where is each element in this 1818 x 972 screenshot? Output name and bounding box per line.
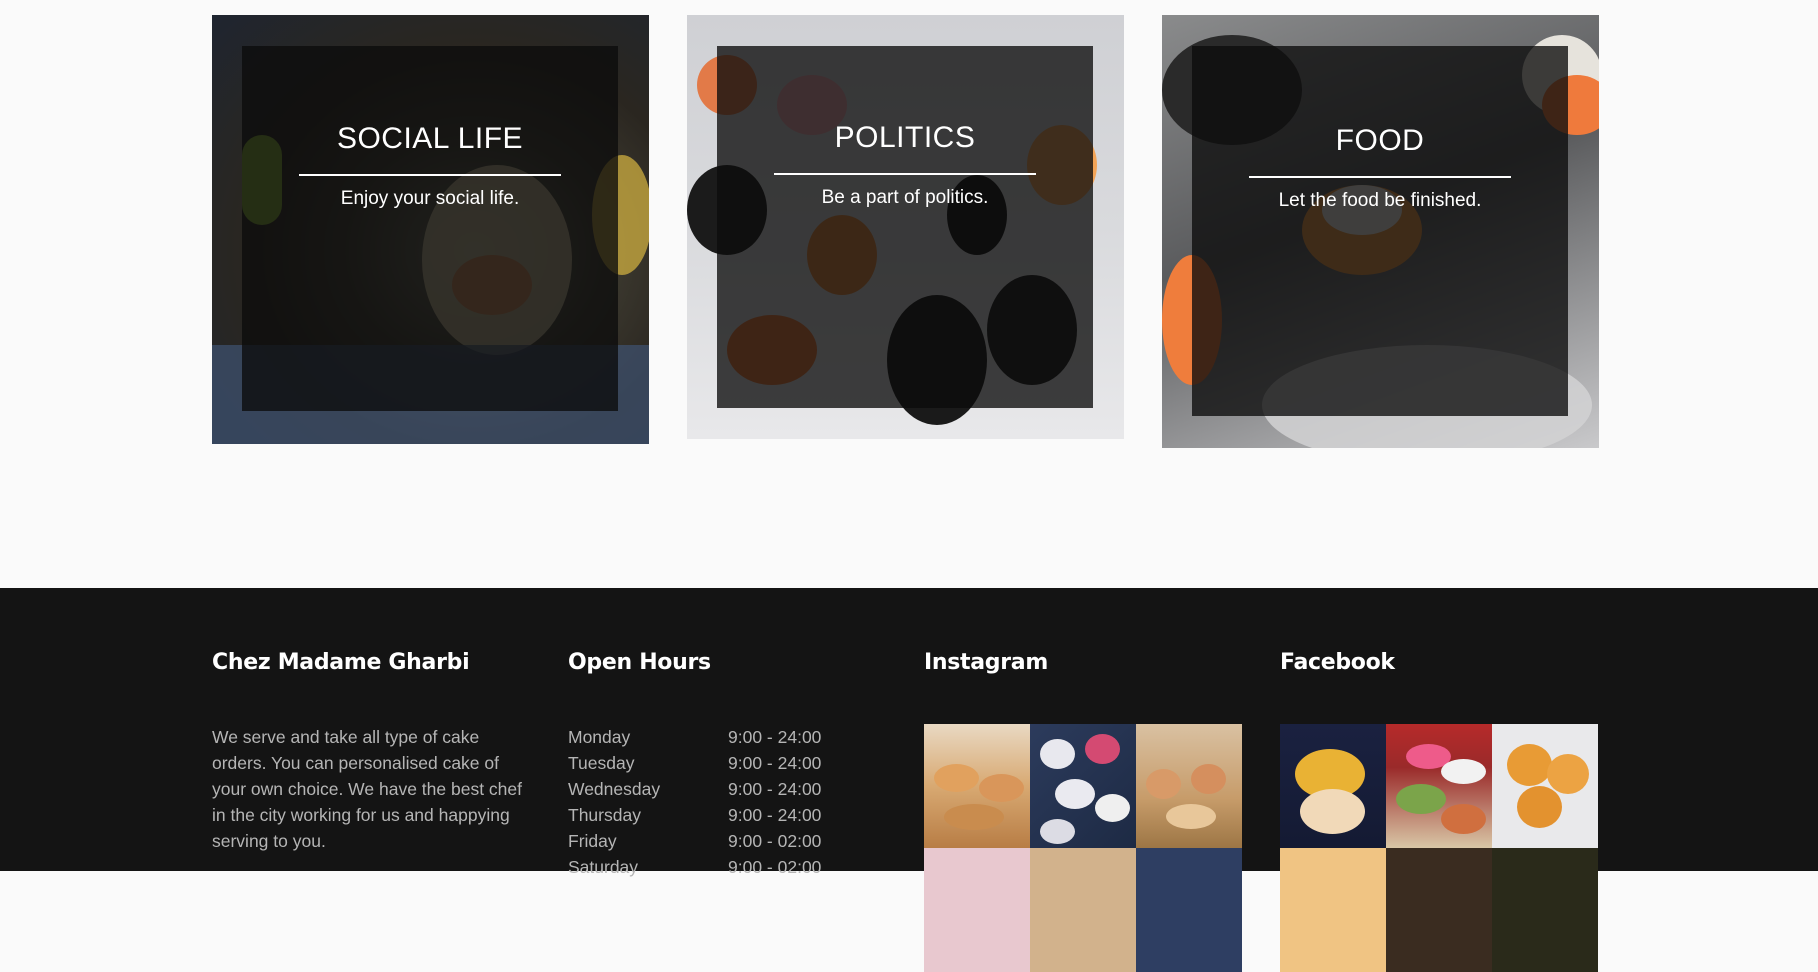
hours-time: 9:00 - 24:00: [728, 779, 822, 799]
facebook-grid: [1280, 724, 1598, 972]
footer-hours-heading: Open Hours: [568, 650, 711, 675]
facebook-photo[interactable]: [1492, 724, 1598, 848]
instagram-photo[interactable]: [1030, 724, 1136, 848]
footer-facebook-heading: Facebook: [1280, 650, 1395, 675]
social-life-overlay: SOCIAL LIFE Enjoy your social life.: [242, 46, 618, 411]
hours-time: 9:00 - 24:00: [728, 805, 822, 825]
hours-time: 9:00 - 24:00: [728, 753, 822, 773]
hours-day: Saturday: [568, 857, 639, 877]
hours-day: Thursday: [568, 805, 641, 825]
card-title: SOCIAL LIFE: [336, 122, 524, 155]
card-divider: [299, 174, 561, 176]
facebook-photo[interactable]: [1386, 724, 1492, 848]
hours-row: Friday 9:00 - 02:00: [568, 828, 821, 854]
hours-day: Wednesday: [568, 779, 661, 799]
footer-hours: Open Hours Monday 9:00 - 24:00 Tuesday 9:0…: [568, 650, 821, 880]
instagram-photo[interactable]: [1030, 848, 1136, 972]
hours-time: 9:00 - 02:00: [728, 831, 822, 851]
footer-instagram-heading: Instagram: [924, 650, 1048, 675]
footer-about: Chez Madame Gharbi We serve and take all…: [212, 650, 532, 854]
instagram-photo[interactable]: [1136, 848, 1242, 972]
card-caption: Let the food be finished.: [1278, 190, 1482, 211]
footer-about-text: We serve and take all type of cake order…: [212, 727, 522, 851]
hours-day: Friday: [568, 831, 617, 851]
hours-list: Monday 9:00 - 24:00 Tuesday 9:00 - 24:00 W…: [568, 724, 821, 880]
facebook-photo[interactable]: [1492, 848, 1598, 972]
instagram-photo[interactable]: [924, 724, 1030, 848]
card-caption: Be a part of politics.: [821, 187, 989, 208]
politics-overlay: POLITICS Be a part of politics.: [717, 46, 1093, 408]
hours-time: 9:00 - 02:00: [728, 857, 822, 877]
card-divider: [774, 173, 1036, 175]
hours-day: Tuesday: [568, 753, 635, 773]
card-caption: Enjoy your social life.: [340, 188, 520, 209]
hours-row: Thursday 9:00 - 24:00: [568, 802, 821, 828]
card-divider: [1249, 176, 1511, 178]
hours-day: Monday: [568, 727, 631, 747]
hours-time: 9:00 - 24:00: [728, 727, 822, 747]
feature-card-social-life[interactable]: SOCIAL LIFE Enjoy your social life.: [212, 15, 649, 444]
instagram-grid: [924, 724, 1242, 972]
card-title: POLITICS: [834, 121, 976, 154]
site-footer: Chez Madame Gharbi We serve and take all…: [0, 588, 1818, 972]
hours-row: Wednesday 9:00 - 24:00: [568, 776, 821, 802]
facebook-photo[interactable]: [1386, 848, 1492, 972]
instagram-photo[interactable]: [924, 848, 1030, 972]
instagram-photo[interactable]: [1136, 724, 1242, 848]
feature-card-food[interactable]: FOOD Let the food be finished.: [1162, 15, 1599, 448]
footer-instagram: Instagram: [924, 650, 1242, 972]
hours-row: Monday 9:00 - 24:00: [568, 724, 821, 750]
hours-row: Saturday 9:00 - 02:00: [568, 854, 821, 880]
food-overlay: FOOD Let the food be finished.: [1192, 46, 1568, 416]
footer-facebook: Facebook: [1280, 650, 1598, 972]
card-title: FOOD: [1335, 124, 1425, 157]
facebook-photo[interactable]: [1280, 848, 1386, 972]
feature-card-politics[interactable]: POLITICS Be a part of politics.: [687, 15, 1124, 439]
facebook-photo[interactable]: [1280, 724, 1386, 848]
hours-row: Tuesday 9:00 - 24:00: [568, 750, 821, 776]
footer-about-heading: Chez Madame Gharbi: [212, 650, 470, 675]
